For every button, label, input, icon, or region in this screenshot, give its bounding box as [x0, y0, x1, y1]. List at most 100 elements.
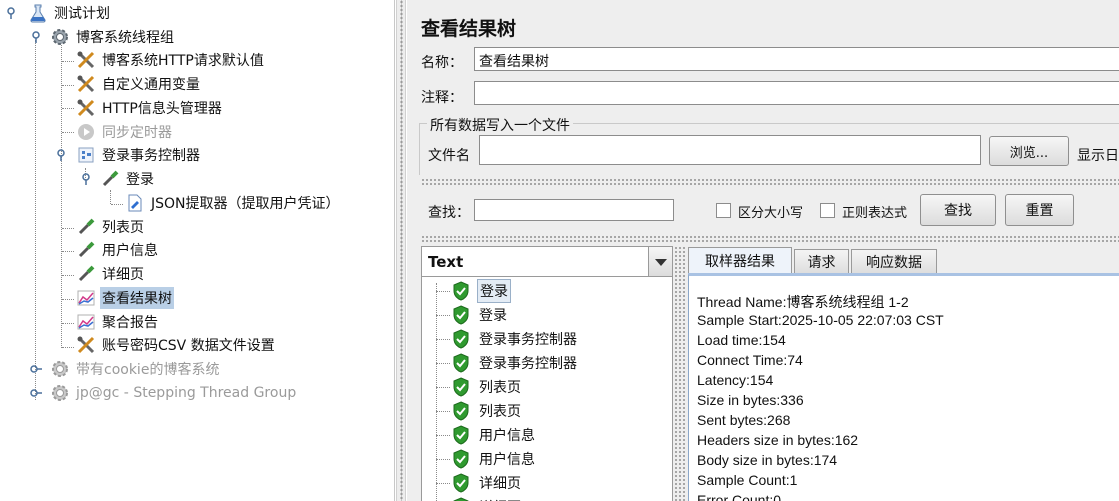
- tree-connector: [62, 299, 74, 300]
- name-label: 名称：: [421, 55, 463, 71]
- result-list-item[interactable]: 用户信息: [436, 448, 537, 470]
- success-shield-icon: [453, 425, 469, 445]
- section-separator[interactable]: [421, 235, 1119, 243]
- sampler-result-text[interactable]: Thread Name:博客系统线程组 1-2 Sample Start:2025…: [688, 273, 1119, 501]
- tree-item-thread-group[interactable]: 博客系统线程组: [50, 26, 176, 48]
- regex-checkbox[interactable]: [820, 203, 835, 218]
- tree-item-stepping-thread-group[interactable]: jp@gc - Stepping Thread Group: [50, 382, 298, 404]
- tree-item-json-extractor[interactable]: JSON提取器（提取用户凭证）: [125, 192, 342, 214]
- tree-connector: [436, 338, 450, 340]
- find-button[interactable]: 查找: [920, 194, 996, 226]
- tree-item-sync-timer[interactable]: 同步定时器: [76, 121, 174, 143]
- result-list-item-label: 用户信息: [479, 428, 535, 444]
- tree-item-csv-config[interactable]: 账号密码CSV 数据文件设置: [76, 334, 277, 356]
- wrench-icon: [77, 99, 95, 117]
- tree-connector: [62, 132, 74, 133]
- tree-item-aggregate-report[interactable]: 聚合报告: [76, 311, 160, 333]
- graph-icon: [77, 290, 95, 306]
- tree-item-list-page[interactable]: 列表页: [76, 216, 146, 238]
- sampler-result-line: Sample Start:2025-10-05 22:07:03 CST: [697, 312, 944, 328]
- tree-item-label: JSON提取器（提取用户凭证）: [151, 196, 340, 212]
- result-list-item[interactable]: 详细页: [436, 472, 523, 494]
- sampler-result-line: Load time:154: [697, 332, 786, 348]
- tree-item-label: 账号密码CSV 数据文件设置: [102, 338, 275, 354]
- result-list-item[interactable]: 登录事务控制器: [436, 352, 579, 374]
- result-list-item[interactable]: 用户信息: [436, 424, 537, 446]
- result-list-item[interactable]: 列表页: [436, 400, 523, 422]
- tree-connector: [436, 434, 450, 436]
- result-list-item-label: 用户信息: [479, 452, 535, 468]
- result-list-item[interactable]: 登录事务控制器: [436, 328, 579, 350]
- tree-item-label: 详细页: [102, 267, 144, 283]
- tree-expander-icon[interactable]: [30, 363, 42, 375]
- tree-item-label: 博客系统线程组: [76, 30, 174, 46]
- tree-item-header-manager[interactable]: HTTP信息头管理器: [76, 97, 224, 119]
- result-list-item[interactable]: 详细页: [436, 496, 523, 501]
- tree-item-http-defaults[interactable]: 博客系统HTTP请求默认值: [76, 49, 266, 71]
- search-input[interactable]: [474, 199, 674, 221]
- tree-item-label: 同步定时器: [102, 125, 172, 141]
- tree-item-label: 聚合报告: [102, 315, 158, 331]
- success-shield-icon: [453, 377, 469, 397]
- comment-input[interactable]: [474, 81, 1119, 105]
- tree-item-label: 带有cookie的博客系统: [76, 362, 220, 378]
- tree-expander-icon[interactable]: [30, 387, 42, 399]
- timer-icon: [78, 124, 94, 140]
- tree-connector: [436, 362, 450, 364]
- sampler-result-line: Sample Count:1: [697, 472, 798, 488]
- tree-connector: [62, 347, 74, 348]
- sampler-result-line: Size in bytes:336: [697, 392, 804, 408]
- sampler-result-line: Body size in bytes:174: [697, 452, 838, 468]
- pipette-icon: [102, 170, 119, 187]
- tree-item-label: 博客系统HTTP请求默认值: [102, 53, 264, 69]
- splitter-grip: [400, 0, 403, 501]
- wrench-icon: [77, 75, 95, 93]
- result-list-item-label: 详细页: [477, 496, 523, 501]
- success-shield-icon: [453, 329, 469, 349]
- tab-sampler-result[interactable]: 取样器结果: [688, 247, 792, 273]
- tree-item-transaction-controller[interactable]: 登录事务控制器: [76, 144, 202, 166]
- tab-request[interactable]: 请求: [794, 249, 849, 273]
- pane-splitter[interactable]: [396, 0, 406, 501]
- tree-connector: [62, 61, 74, 62]
- renderer-select[interactable]: Text: [422, 247, 672, 277]
- test-plan-tree[interactable]: 测试计划 博客系统线程组 博客系统HTTP请求默认值 自定义通用变量 HTTP信…: [0, 0, 395, 501]
- tree-item-user-variables[interactable]: 自定义通用变量: [76, 73, 202, 95]
- tree-item-label: HTTP信息头管理器: [102, 101, 222, 117]
- tree-item-test-plan[interactable]: 测试计划: [28, 2, 112, 24]
- sampler-result-line: Latency:154: [697, 372, 774, 388]
- name-input[interactable]: 查看结果树: [474, 47, 1119, 71]
- sampler-result-line: Connect Time:74: [697, 352, 803, 368]
- sampler-result-line: Headers size in bytes:162: [697, 432, 859, 448]
- gear-icon: [52, 385, 68, 401]
- browse-button[interactable]: 浏览...: [989, 136, 1069, 166]
- tree-expander-icon[interactable]: [5, 7, 17, 19]
- section-separator[interactable]: [421, 178, 1119, 186]
- filename-input[interactable]: [479, 135, 981, 165]
- reset-button[interactable]: 重置: [1005, 194, 1074, 226]
- tree-expander-icon[interactable]: [30, 31, 42, 43]
- result-list-item[interactable]: 登录: [436, 279, 511, 303]
- result-list-panel: Text 登录 登录 登录事务控制器 登录事务控制器 列表页 列表页 用户信息 用户信息 详细页…: [421, 246, 673, 501]
- wrench-icon: [77, 336, 95, 354]
- tree-item-login-sampler[interactable]: 登录: [100, 168, 156, 190]
- tree-item-user-info[interactable]: 用户信息: [76, 239, 160, 261]
- result-list-item[interactable]: 列表页: [436, 376, 523, 398]
- chevron-down-icon[interactable]: [648, 247, 672, 276]
- controller-icon: [78, 147, 94, 163]
- pipette-icon: [78, 218, 95, 235]
- search-label: 查找：: [428, 205, 470, 221]
- result-list-item-label: 登录事务控制器: [479, 332, 577, 348]
- tree-connector: [62, 108, 74, 109]
- tree-connector: [62, 251, 74, 252]
- tree-item-detail-page[interactable]: 详细页: [76, 263, 146, 285]
- case-sensitive-checkbox[interactable]: [716, 203, 731, 218]
- tree-item-label: 测试计划: [54, 6, 110, 22]
- tab-response-data[interactable]: 响应数据: [851, 249, 937, 273]
- tree-expander-icon[interactable]: [55, 149, 67, 161]
- result-list-item[interactable]: 登录: [436, 304, 509, 326]
- tree-expander-icon[interactable]: [80, 173, 92, 185]
- split-divider[interactable]: [675, 246, 685, 501]
- tree-item-cookie-thread-group[interactable]: 带有cookie的博客系统: [50, 358, 221, 380]
- tree-item-view-results-tree[interactable]: 查看结果树: [76, 287, 174, 309]
